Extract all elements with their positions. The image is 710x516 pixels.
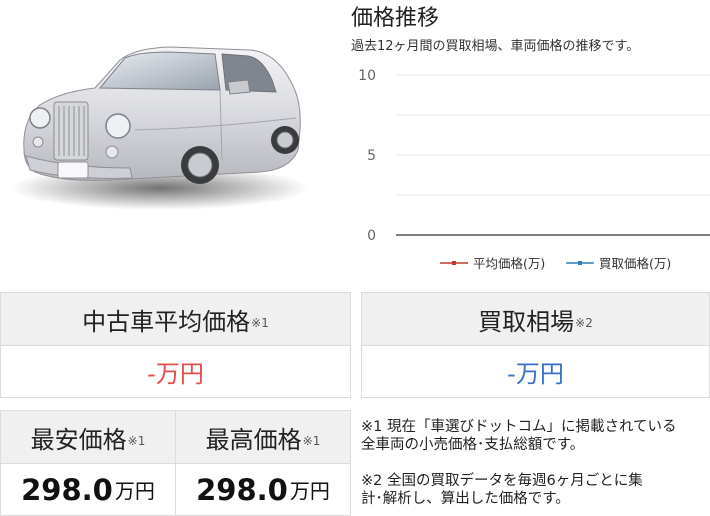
- buy-price-value: -万円: [507, 360, 564, 388]
- min-price-unit: 万円: [114, 479, 155, 503]
- min-price-header: 最安価格 ※1: [0, 410, 176, 464]
- min-price-cell: 298.0 万円: [0, 464, 176, 516]
- avg-price-value: -万円: [147, 360, 204, 388]
- y-tick-label: 10: [358, 68, 376, 84]
- car-image: [0, 0, 330, 270]
- legend-label: 平均価格(万): [473, 256, 545, 271]
- min-price-label: 最安価格: [30, 425, 127, 454]
- legend-marker: [452, 261, 456, 265]
- max-price-note-mark: ※1: [302, 434, 321, 448]
- max-price-value: 298.0: [196, 472, 288, 507]
- max-price-header: 最高価格 ※1: [175, 410, 351, 464]
- legend-marker: [578, 261, 582, 265]
- note-1-line-1: ※1 現在「車選びドットコム」に掲載されている: [361, 419, 677, 435]
- y-tick-label: 0: [367, 228, 376, 244]
- buy-price-label: 買取相場: [478, 307, 575, 336]
- note-2: ※2 全国の買取データを毎週6ヶ月ごとに集 計･解析し、算出した価格です。: [361, 472, 706, 508]
- buy-price-header: 買取相場 ※2: [361, 292, 710, 346]
- note-1-line-2: 全車両の小売価格･支払総額です。: [361, 437, 585, 453]
- price-trend-chart: 0 5 10 平均価格(万) 買取価格(万): [358, 68, 710, 271]
- legend-label: 買取価格(万): [599, 256, 671, 271]
- avg-price-header: 中古車平均価格 ※1: [0, 292, 351, 346]
- max-price-cell: 298.0 万円: [175, 464, 351, 516]
- avg-price-cell: -万円: [0, 346, 351, 398]
- buy-price-note-mark: ※2: [575, 316, 593, 330]
- max-price-unit: 万円: [289, 479, 330, 503]
- chart-title: 価格推移: [351, 6, 440, 31]
- avg-price-note-mark: ※1: [251, 316, 269, 330]
- max-price-label: 最高価格: [205, 425, 302, 454]
- chart-subtitle: 過去12ヶ月間の買取相場、車両価格の推移です。: [351, 39, 640, 54]
- y-tick-label: 5: [367, 148, 376, 164]
- min-price-note-mark: ※1: [127, 434, 146, 448]
- note-1: ※1 現在「車選びドットコム」に掲載されている 全車両の小売価格･支払総額です。: [361, 418, 706, 454]
- buy-price-cell: -万円: [361, 346, 710, 398]
- note-2-line-1: ※2 全国の買取データを毎週6ヶ月ごとに集: [361, 473, 643, 489]
- min-price-value: 298.0: [21, 472, 113, 507]
- note-2-line-2: 計･解析し、算出した価格です。: [361, 491, 570, 507]
- avg-price-label: 中古車平均価格: [82, 307, 251, 336]
